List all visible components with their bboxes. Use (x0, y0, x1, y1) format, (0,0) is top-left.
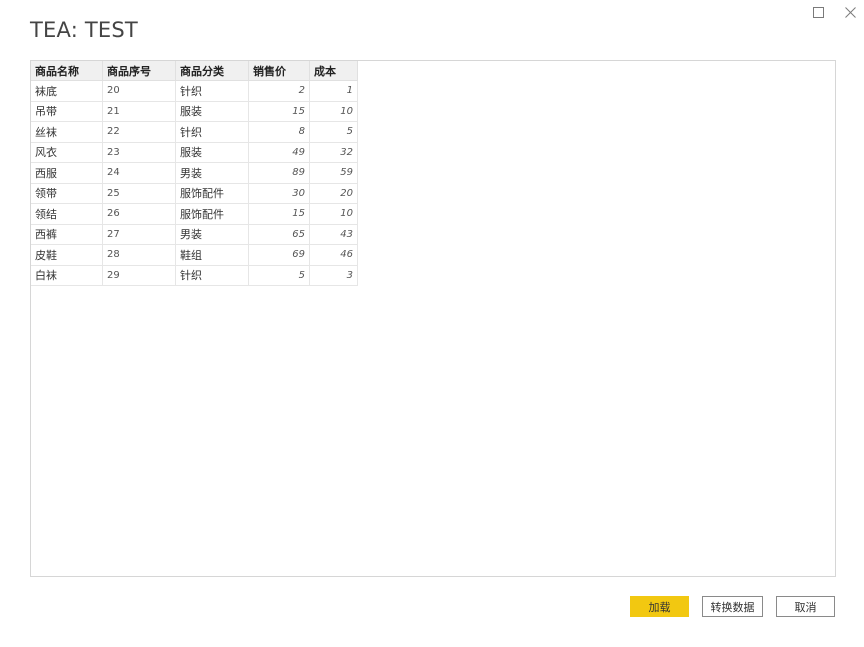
table-row: 领带 25 服饰配件 30 20 (31, 183, 358, 204)
maximize-icon[interactable] (810, 4, 826, 20)
cell-product-id: 20 (102, 80, 176, 102)
cell-product-name: 吊带 (31, 101, 103, 122)
cell-price: 15 (248, 203, 310, 225)
table-row: 风衣 23 服装 49 32 (31, 142, 358, 163)
window-controls (810, 4, 858, 20)
table-row: 白袜 29 针织 5 3 (31, 265, 358, 286)
cell-product-id: 25 (102, 183, 176, 204)
data-preview-table: 商品名称 商品序号 商品分类 销售价 成本 袜底 20 针织 2 1 吊带 21 (31, 61, 358, 286)
cell-category: 针织 (175, 80, 249, 102)
cell-product-name: 西服 (31, 162, 103, 184)
cell-price: 30 (248, 183, 310, 204)
table-row: 吊带 21 服装 15 10 (31, 101, 358, 122)
cell-price: 65 (248, 224, 310, 245)
cell-category: 服装 (175, 101, 249, 122)
cell-price: 5 (248, 265, 310, 286)
cell-product-id: 21 (102, 101, 176, 122)
column-header-product-name[interactable]: 商品名称 (31, 61, 103, 81)
cell-price: 8 (248, 121, 310, 143)
column-header-cost[interactable]: 成本 (309, 61, 358, 81)
cell-product-name: 领结 (31, 203, 103, 225)
cell-product-name: 袜底 (31, 80, 103, 102)
dialog-title: TEA: TEST (30, 18, 138, 42)
cancel-button[interactable]: 取消 (776, 596, 835, 617)
cell-product-id: 28 (102, 244, 176, 266)
cell-product-id: 24 (102, 162, 176, 184)
cell-product-name: 白袜 (31, 265, 103, 286)
cell-category: 服饰配件 (175, 183, 249, 204)
data-preview-panel: 商品名称 商品序号 商品分类 销售价 成本 袜底 20 针织 2 1 吊带 21 (30, 60, 836, 577)
cell-product-name: 西裤 (31, 224, 103, 245)
cell-category: 服装 (175, 142, 249, 163)
cell-cost: 1 (309, 80, 358, 102)
cell-price: 2 (248, 80, 310, 102)
cell-category: 男装 (175, 224, 249, 245)
cell-cost: 20 (309, 183, 358, 204)
cell-cost: 59 (309, 162, 358, 184)
cell-cost: 3 (309, 265, 358, 286)
cell-product-id: 29 (102, 265, 176, 286)
cell-cost: 43 (309, 224, 358, 245)
table-row: 西裤 27 男装 65 43 (31, 224, 358, 245)
cell-category: 男装 (175, 162, 249, 184)
column-header-price[interactable]: 销售价 (248, 61, 310, 81)
table-header-row: 商品名称 商品序号 商品分类 销售价 成本 (31, 61, 358, 81)
cell-price: 89 (248, 162, 310, 184)
table-row: 袜底 20 针织 2 1 (31, 80, 358, 102)
cell-cost: 46 (309, 244, 358, 266)
cell-product-id: 27 (102, 224, 176, 245)
column-header-product-id[interactable]: 商品序号 (102, 61, 176, 81)
cell-product-name: 丝袜 (31, 121, 103, 143)
table-row: 皮鞋 28 鞋组 69 46 (31, 244, 358, 266)
cell-product-name: 领带 (31, 183, 103, 204)
cell-cost: 10 (309, 203, 358, 225)
cell-cost: 10 (309, 101, 358, 122)
cell-product-id: 22 (102, 121, 176, 143)
cell-category: 服饰配件 (175, 203, 249, 225)
cell-category: 针织 (175, 121, 249, 143)
close-icon[interactable] (842, 4, 858, 20)
table-row: 领结 26 服饰配件 15 10 (31, 203, 358, 225)
cell-product-id: 23 (102, 142, 176, 163)
cell-price: 49 (248, 142, 310, 163)
cell-product-name: 皮鞋 (31, 244, 103, 266)
cell-cost: 32 (309, 142, 358, 163)
table-row: 西服 24 男装 89 59 (31, 162, 358, 184)
cell-category: 鞋组 (175, 244, 249, 266)
cell-category: 针织 (175, 265, 249, 286)
table-row: 丝袜 22 针织 8 5 (31, 121, 358, 143)
cell-price: 15 (248, 101, 310, 122)
column-header-category[interactable]: 商品分类 (175, 61, 249, 81)
navigator-dialog: TEA: TEST 商品名称 商品序号 商品分类 销售价 成本 袜底 20 针织… (0, 0, 864, 647)
transform-data-button[interactable]: 转换数据 (702, 596, 763, 617)
cell-product-name: 风衣 (31, 142, 103, 163)
cell-product-id: 26 (102, 203, 176, 225)
cell-price: 69 (248, 244, 310, 266)
load-button[interactable]: 加载 (630, 596, 689, 617)
cell-cost: 5 (309, 121, 358, 143)
